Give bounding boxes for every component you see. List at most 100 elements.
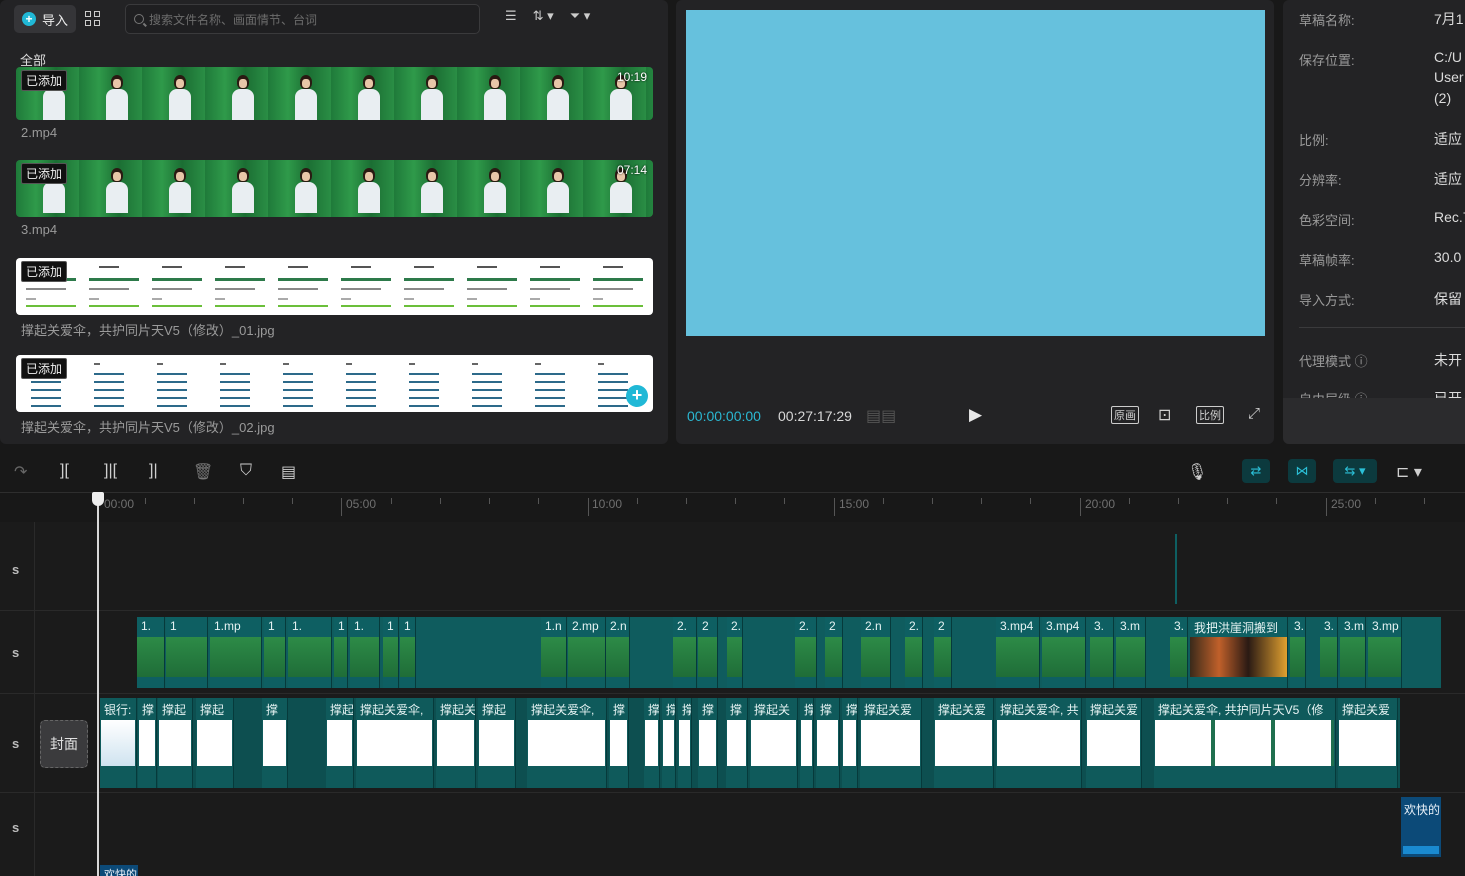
play-icon[interactable]: ▶ bbox=[969, 405, 982, 425]
filter-icon[interactable]: ⏷ ▾ bbox=[570, 8, 591, 24]
image-clip[interactable]: 银行: bbox=[100, 698, 137, 788]
video-clip[interactable]: 2 bbox=[825, 617, 843, 688]
video-clip[interactable]: 3.mp4 bbox=[1042, 617, 1086, 688]
image-clip[interactable]: 撑起关爱 bbox=[1086, 698, 1142, 788]
video-clip[interactable]: 我把洪崖洞搬到 bbox=[1190, 617, 1288, 688]
video-clip[interactable]: 2. bbox=[795, 617, 817, 688]
caption-icon[interactable]: ▤ bbox=[281, 462, 296, 482]
image-clip[interactable]: 撑起关爱伞, bbox=[356, 698, 434, 788]
delete-icon[interactable]: 🗑 bbox=[193, 462, 213, 482]
video-clip[interactable]: 3.mp bbox=[1368, 617, 1402, 688]
audio-clip[interactable]: 欢快的 bbox=[1401, 797, 1441, 857]
split-icon[interactable]: ][ bbox=[60, 462, 69, 480]
image-clip[interactable]: 撑起关爱伞, 共 bbox=[996, 698, 1082, 788]
video-clip[interactable]: 2 bbox=[934, 617, 952, 688]
video-clip[interactable]: 1 bbox=[383, 617, 399, 688]
media-item[interactable]: 已添加 + bbox=[16, 355, 653, 412]
playhead[interactable] bbox=[97, 492, 99, 876]
image-clip[interactable]: 撑起关爱 bbox=[1338, 698, 1398, 788]
sort-icon[interactable]: ⇅ ▾ bbox=[533, 8, 554, 24]
grid-view-icon[interactable] bbox=[84, 10, 102, 28]
image-clip[interactable]: 撑起 bbox=[326, 698, 354, 788]
import-button[interactable]: + 导入 bbox=[14, 5, 77, 33]
search-placeholder: 搜索文件名称、画面情节、台词 bbox=[149, 12, 318, 27]
video-clip[interactable]: 2.mp bbox=[568, 617, 606, 688]
prop-label: 色彩空间: bbox=[1299, 213, 1355, 228]
image-clip[interactable]: 撑起关爱 bbox=[860, 698, 922, 788]
main-track-magnet-icon[interactable]: ⇄ bbox=[1242, 459, 1270, 483]
image-clip[interactable]: 撑 bbox=[698, 698, 718, 788]
video-clip[interactable]: 1. bbox=[350, 617, 380, 688]
split-right-icon[interactable]: ]| bbox=[149, 462, 158, 480]
video-clip[interactable]: 3. bbox=[1320, 617, 1338, 688]
preview-axis-icon[interactable]: ⊏ ▾ bbox=[1396, 462, 1422, 482]
split-left-icon[interactable]: ]|[ bbox=[104, 462, 117, 480]
image-clip[interactable]: 撑起关 bbox=[436, 698, 476, 788]
total-timecode: 00:27:17:29 bbox=[778, 408, 852, 424]
image-clip[interactable]: 撑起 bbox=[196, 698, 234, 788]
audio-clip[interactable]: 欢快的 bbox=[100, 865, 138, 876]
video-clip[interactable]: 1. bbox=[137, 617, 165, 688]
auto-snap-icon[interactable]: ⋈ bbox=[1288, 459, 1316, 483]
image-clip[interactable]: 撑 bbox=[662, 698, 676, 788]
preview-screen[interactable] bbox=[686, 10, 1265, 336]
video-clip[interactable]: 1 bbox=[264, 617, 286, 688]
timeline-ruler[interactable]: 00:00 05:00 10:00 15:00 20:00 25:00 bbox=[0, 492, 1465, 522]
draft-properties-panel: 草稿名称: 7月1 保存位置: C:/U User (2) 比例: 适应 分辨率… bbox=[1283, 0, 1465, 444]
image-clip[interactable]: 撑起关爱 bbox=[934, 698, 994, 788]
microphone-icon[interactable]: 🎙 bbox=[1187, 462, 1207, 482]
video-clip[interactable]: 3. bbox=[1170, 617, 1188, 688]
video-clip[interactable]: 3. bbox=[1090, 617, 1114, 688]
video-clip[interactable]: 2.n bbox=[606, 617, 630, 688]
image-clip[interactable]: 撑 bbox=[800, 698, 814, 788]
image-clip[interactable]: 撑起关 bbox=[750, 698, 798, 788]
redo-icon[interactable]: ↷ bbox=[14, 462, 27, 482]
media-item[interactable]: 已添加 07:14 bbox=[16, 160, 653, 217]
effect-marker[interactable] bbox=[1175, 534, 1177, 604]
video-clip[interactable]: 3.m bbox=[1116, 617, 1146, 688]
ruler-label: 00:00 bbox=[104, 497, 135, 511]
video-clip[interactable]: 3.mp4 bbox=[996, 617, 1040, 688]
video-clip[interactable]: 2. bbox=[727, 617, 743, 688]
video-clip[interactable]: 3. bbox=[1290, 617, 1306, 688]
image-clip[interactable]: 撑起关爱伞, 共护同片天V5（修 bbox=[1154, 698, 1336, 788]
image-clip[interactable]: 撑 bbox=[726, 698, 748, 788]
prop-label: 分辨率: bbox=[1299, 173, 1342, 188]
image-clip[interactable]: 撑 bbox=[816, 698, 840, 788]
video-clip[interactable]: 1 bbox=[400, 617, 416, 688]
fullscreen-icon[interactable]: ⤢ bbox=[1248, 405, 1260, 422]
media-item[interactable]: 已添加 10:19 bbox=[16, 67, 653, 120]
image-clip[interactable]: 撑起关爱伞, bbox=[527, 698, 607, 788]
video-clip[interactable]: 3.m bbox=[1340, 617, 1366, 688]
playhead-handle[interactable] bbox=[92, 492, 104, 506]
video-clip[interactable]: 1.n bbox=[541, 617, 567, 688]
image-clip[interactable]: 撑 bbox=[644, 698, 660, 788]
marker-icon[interactable]: ⛉ bbox=[240, 462, 252, 480]
original-button[interactable]: 原画 bbox=[1111, 406, 1139, 424]
ruler-label: 10:00 bbox=[592, 497, 623, 511]
linkage-icon[interactable]: ⇆ ▾ bbox=[1333, 459, 1377, 483]
media-item[interactable]: 已添加 bbox=[16, 258, 653, 315]
video-clip[interactable]: 2 bbox=[698, 617, 718, 688]
video-clip[interactable]: 1 bbox=[166, 617, 208, 688]
ratio-button[interactable]: 比例 bbox=[1196, 406, 1224, 424]
image-clip[interactable]: 撑 bbox=[262, 698, 288, 788]
video-clip[interactable]: 1 bbox=[334, 617, 348, 688]
cover-button[interactable]: 封面 bbox=[40, 720, 88, 768]
image-clip[interactable]: 撑 bbox=[609, 698, 629, 788]
video-clip[interactable]: 1.mp bbox=[210, 617, 262, 688]
prop-value: 保留 bbox=[1434, 291, 1462, 307]
video-clip[interactable]: 2. bbox=[673, 617, 697, 688]
video-clip[interactable]: 2. bbox=[905, 617, 923, 688]
video-clip[interactable]: 2.n bbox=[861, 617, 891, 688]
list-view-icon[interactable]: ☰ bbox=[505, 8, 517, 24]
image-clip[interactable]: 撑起 bbox=[478, 698, 516, 788]
search-input[interactable]: 搜索文件名称、画面情节、台词 bbox=[125, 4, 480, 34]
image-clip[interactable]: 撑 bbox=[678, 698, 692, 788]
image-clip[interactable]: 撑起 bbox=[158, 698, 193, 788]
video-clip[interactable]: 1. bbox=[288, 617, 332, 688]
image-clip[interactable]: 撑 bbox=[842, 698, 858, 788]
image-clip[interactable]: 撑 bbox=[138, 698, 157, 788]
add-to-track-button[interactable]: + bbox=[626, 385, 648, 407]
fit-icon[interactable]: ⊡ bbox=[1158, 405, 1171, 425]
